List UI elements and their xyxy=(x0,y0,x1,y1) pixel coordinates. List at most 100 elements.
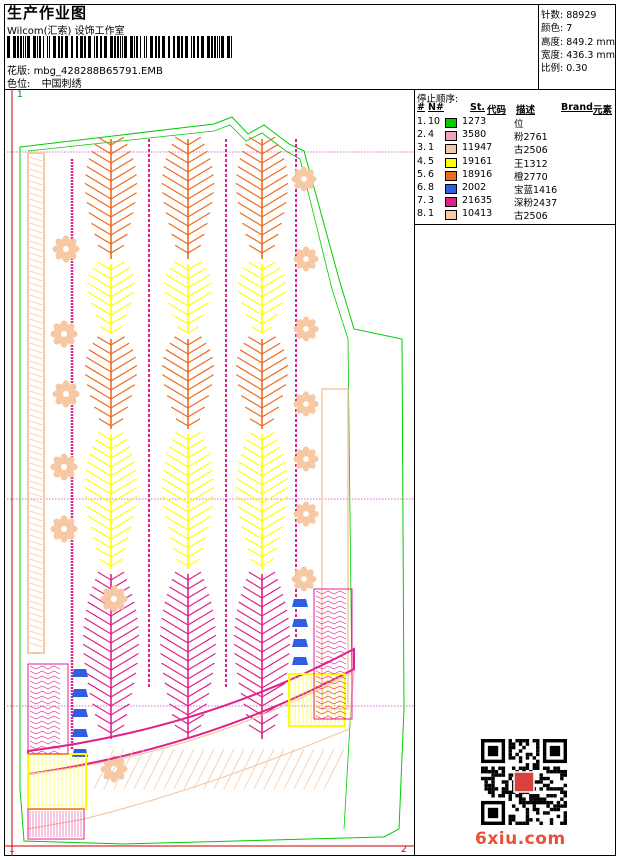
qr-module xyxy=(539,800,543,805)
branch-leaf-left xyxy=(94,713,112,725)
seq-description: 粉2761 xyxy=(514,132,548,144)
qr-module xyxy=(539,821,543,825)
branch-leaf-right xyxy=(187,643,217,662)
branch-leaf-left xyxy=(161,478,189,495)
branch-leaf-right xyxy=(261,143,279,155)
branch-leaf-left xyxy=(163,165,189,182)
lace-stitch xyxy=(29,642,43,648)
lace-stitch xyxy=(29,186,43,192)
qr-module xyxy=(481,769,485,774)
site-watermark: 6xiu.com xyxy=(475,829,566,849)
branch-leaf-left xyxy=(175,418,189,427)
branch-leaf-right xyxy=(187,233,205,245)
qr-module xyxy=(494,787,499,791)
branch-leaf-left xyxy=(87,291,112,307)
branch-leaf-right xyxy=(187,439,205,450)
qr-module xyxy=(525,763,530,767)
zigzag-stitch xyxy=(315,625,347,630)
qr-finder-core xyxy=(487,807,499,819)
branch-leaf-right xyxy=(110,713,128,725)
branch-leaf-left xyxy=(235,364,263,382)
lace-stitch xyxy=(29,216,43,222)
zigzag-stitch xyxy=(315,640,347,645)
branch-leaf-right xyxy=(110,201,136,218)
qr-module xyxy=(498,794,502,798)
zigzag-stitch xyxy=(315,600,347,605)
qr-module xyxy=(563,773,567,777)
branch-leaf-left xyxy=(233,643,263,662)
branch-leaf-left xyxy=(84,182,112,200)
lace-stitch xyxy=(29,180,43,186)
qr-module xyxy=(494,769,499,774)
barcode-bar xyxy=(136,36,138,58)
branch-leaf-right xyxy=(261,486,289,504)
zigzag-stitch xyxy=(315,615,347,620)
branch-leaf-right xyxy=(261,431,275,441)
qr-module xyxy=(501,773,506,777)
barcode-bar xyxy=(177,36,180,58)
branch-leaf-right xyxy=(261,356,287,373)
qr-module xyxy=(522,766,526,770)
branch-leaf-right xyxy=(261,571,276,581)
barcode xyxy=(7,36,232,58)
branch-leaf-left xyxy=(174,244,189,254)
branch-leaf-right xyxy=(261,713,279,725)
branch-leaf-right xyxy=(261,174,288,191)
blue-tassel xyxy=(72,709,88,717)
hem-lace-stitch xyxy=(313,748,335,790)
qr-module xyxy=(491,773,495,777)
col-header-elem: 元素 xyxy=(593,105,613,116)
branch-leaf-right xyxy=(187,313,205,325)
lace-stitch xyxy=(29,552,43,558)
branch-leaf-left xyxy=(243,586,263,599)
branch-leaf-right xyxy=(261,461,286,477)
barcode-bar xyxy=(104,36,107,58)
seq-description: 古2506 xyxy=(514,211,548,223)
branch-leaf-left xyxy=(93,406,112,418)
branch-leaf-left xyxy=(92,267,112,280)
qr-module xyxy=(525,821,530,825)
barcode-bar xyxy=(211,36,213,58)
branch-leaf-right xyxy=(187,431,201,441)
barcode-bar xyxy=(197,36,199,58)
qr-module xyxy=(546,783,550,788)
qr-module xyxy=(522,800,526,805)
branch-leaf-left xyxy=(85,469,112,486)
branch-leaf-left xyxy=(238,461,263,477)
branch-leaf-right xyxy=(110,634,140,653)
qr-module xyxy=(539,780,543,784)
branch-leaf-right xyxy=(261,374,288,391)
branch-leaf-left xyxy=(236,374,263,391)
branch-leaf-left xyxy=(248,244,263,254)
barcode-bar xyxy=(214,36,216,58)
branch-leaf-left xyxy=(248,261,263,271)
barcode-bar xyxy=(110,36,113,58)
branch-leaf-left xyxy=(85,192,112,209)
qr-module xyxy=(525,766,530,770)
zigzag-stitch xyxy=(29,695,61,700)
qr-module xyxy=(511,742,516,746)
branch-leaf-left xyxy=(169,342,189,355)
branch-leaf-left xyxy=(248,724,263,734)
branch-leaf-left xyxy=(84,662,112,680)
barcode-bar xyxy=(13,36,16,58)
seq-description: 王1312 xyxy=(514,158,548,170)
branch-leaf-right xyxy=(261,418,275,427)
branch-leaf-right xyxy=(261,192,288,209)
branch-leaf-right xyxy=(110,558,123,567)
qr-module xyxy=(491,787,495,791)
branch-leaf-left xyxy=(85,609,112,626)
lace-stitch xyxy=(29,486,43,492)
branch-leaf-left xyxy=(84,478,112,495)
qr-module xyxy=(542,766,547,770)
branch-leaf-right xyxy=(110,643,140,662)
barcode-bar xyxy=(140,36,141,58)
barcode-bar xyxy=(219,36,220,58)
lace-stitch xyxy=(29,528,43,534)
qr-module xyxy=(549,794,554,798)
lace-stitch xyxy=(29,516,43,522)
barcode-bar xyxy=(94,36,95,58)
qr-module xyxy=(525,756,530,760)
qr-module xyxy=(525,752,530,757)
col-header-code: 代码 xyxy=(487,105,507,116)
